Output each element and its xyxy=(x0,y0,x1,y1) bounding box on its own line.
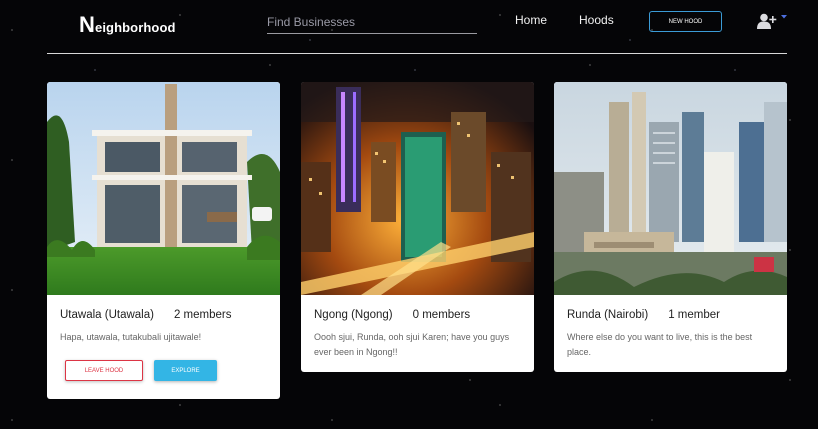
search-bar xyxy=(267,11,477,34)
hood-header: Ngong (Ngong) 0 members xyxy=(314,309,526,321)
leave-hood-button[interactable]: LEAVE HOOD xyxy=(65,360,143,381)
hood-name: Ngong (Ngong) xyxy=(314,309,393,321)
hood-name: Utawala (Utawala) xyxy=(60,309,154,321)
logo-text: eighborhood xyxy=(95,20,176,35)
hood-card-ngong: Ngong (Ngong) 0 members Oooh sjui, Runda… xyxy=(301,82,534,372)
header-divider xyxy=(47,53,787,54)
hood-description: Where else do you want to live, this is … xyxy=(567,332,753,357)
hood-image-utawala xyxy=(47,82,280,295)
new-hood-button[interactable]: NEW HOOD xyxy=(649,11,722,32)
user-menu-toggle[interactable] xyxy=(757,13,789,29)
hood-header: Runda (Nairobi) 1 member xyxy=(567,309,779,321)
brand-logo[interactable]: Neighborhood xyxy=(79,12,176,38)
caret-down-icon xyxy=(780,13,788,21)
hood-header: Utawala (Utawala) 2 members xyxy=(60,309,272,321)
hood-members-count: 0 members xyxy=(412,309,471,321)
hood-image-runda xyxy=(554,82,787,295)
hood-image-ngong xyxy=(301,82,534,295)
hood-card-utawala: Utawala (Utawala) 2 members Hapa, utawal… xyxy=(47,82,280,399)
logo-initial: N xyxy=(79,12,95,37)
nav-hoods-link[interactable]: Hoods xyxy=(579,13,614,27)
hood-members-count: 1 member xyxy=(668,309,720,321)
hood-description: Oooh sjui, Runda, ooh sjui Karen; have y… xyxy=(314,332,510,357)
hood-description: Hapa, utawala, tutakubali ujitawale! xyxy=(60,332,202,342)
explore-button[interactable]: EXPLORE xyxy=(154,360,217,381)
hood-card-runda: Runda (Nairobi) 1 member Where else do y… xyxy=(554,82,787,372)
hood-members-count: 2 members xyxy=(173,309,232,321)
search-input[interactable] xyxy=(267,11,477,33)
hood-name: Runda (Nairobi) xyxy=(567,309,649,321)
nav-home-link[interactable]: Home xyxy=(515,13,547,27)
user-plus-icon xyxy=(757,13,777,29)
